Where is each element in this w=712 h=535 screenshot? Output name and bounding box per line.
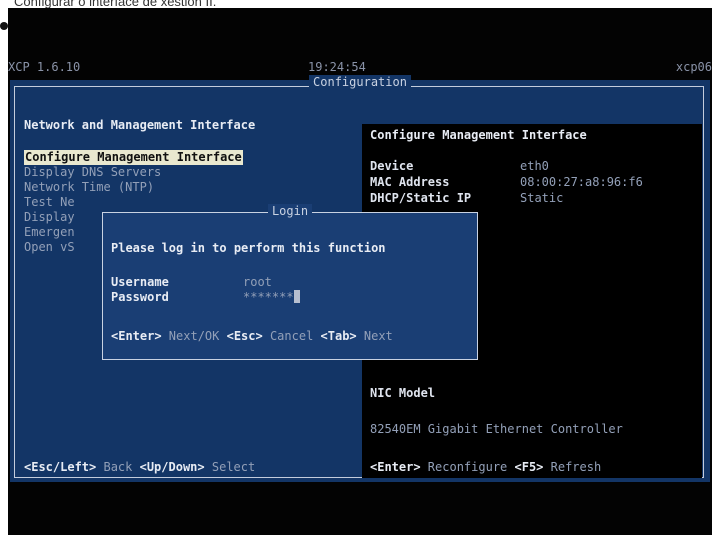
- key-tab: <Tab>: [320, 329, 357, 343]
- key-esc: <Esc>: [226, 329, 263, 343]
- left-heading: Network and Management Interface: [24, 118, 256, 132]
- left-footer-hints: <Esc/Left> Back <Up/Down> Select: [24, 460, 255, 474]
- hostname-label: xcp06: [675, 60, 712, 74]
- nic-model-label: NIC Model: [370, 386, 436, 400]
- list-bullet: [0, 22, 8, 30]
- detail-value: 08:00:27:a8:96:f6: [520, 175, 643, 189]
- details-rows: Device eth0 MAC Address 08:00:27:a8:96:f6 …: [370, 158, 643, 206]
- username-label: Username: [111, 275, 169, 289]
- clock-label: 19:24:54: [308, 60, 366, 74]
- detail-label: DHCP/Static IP: [370, 191, 472, 205]
- console-screen: XCP 1.6.10 19:24:54 xcp06 Configuration …: [8, 8, 712, 535]
- password-label: Password: [111, 290, 169, 304]
- menu-item-network-time[interactable]: Network Time (NTP): [24, 180, 354, 195]
- detail-row-dhcp: DHCP/Static IP Static: [370, 190, 643, 206]
- hint-select: Select: [204, 460, 256, 474]
- key-up-down: <Up/Down>: [139, 460, 205, 474]
- detail-value: eth0: [520, 159, 549, 173]
- username-input[interactable]: root: [243, 275, 272, 289]
- version-label: XCP 1.6.10: [8, 60, 81, 74]
- detail-row-mac: MAC Address 08:00:27:a8:96:f6: [370, 174, 643, 190]
- hint-back: Back: [96, 460, 140, 474]
- hint-reconfigure: Reconfigure: [420, 460, 515, 474]
- dialog-footer-hints: <Enter> Next/OK <Esc> Cancel <Tab> Next: [111, 329, 393, 343]
- key-f5: <F5>: [514, 460, 544, 474]
- detail-value: Static: [520, 191, 564, 205]
- frame-title: Configuration: [10, 75, 710, 89]
- right-heading: Configure Management Interface: [370, 128, 587, 142]
- login-prompt: Please log in to perform this function: [111, 241, 386, 255]
- login-dialog: Login Please log in to perform this func…: [102, 204, 478, 360]
- hint-next: Next: [356, 329, 393, 343]
- key-enter: <Enter>: [370, 460, 421, 474]
- right-footer-hints: <Enter> Reconfigure <F5> Refresh: [370, 460, 601, 474]
- username-field[interactable]: Username root: [111, 275, 272, 290]
- hint-refresh: Refresh: [543, 460, 602, 474]
- detail-label: MAC Address: [370, 175, 450, 189]
- menu-item-display-dns[interactable]: Display DNS Servers: [24, 165, 354, 180]
- key-esc-left: <Esc/Left>: [24, 460, 97, 474]
- hint-next-ok: Next/OK: [161, 329, 227, 343]
- nic-model-value: 82540EM Gigabit Ethernet Controller: [370, 422, 623, 436]
- menu-item-configure-management[interactable]: Configure Management Interface: [24, 150, 243, 165]
- key-enter: <Enter>: [111, 329, 162, 343]
- configuration-panel: Configuration Network and Management Int…: [10, 75, 710, 482]
- detail-label: Device: [370, 159, 414, 173]
- password-input[interactable]: *******: [243, 290, 294, 304]
- hint-cancel: Cancel: [262, 329, 321, 343]
- text-cursor: [293, 290, 300, 303]
- detail-row-device: Device eth0: [370, 158, 643, 174]
- dialog-title: Login: [103, 204, 477, 218]
- password-field[interactable]: Password *******: [111, 290, 300, 305]
